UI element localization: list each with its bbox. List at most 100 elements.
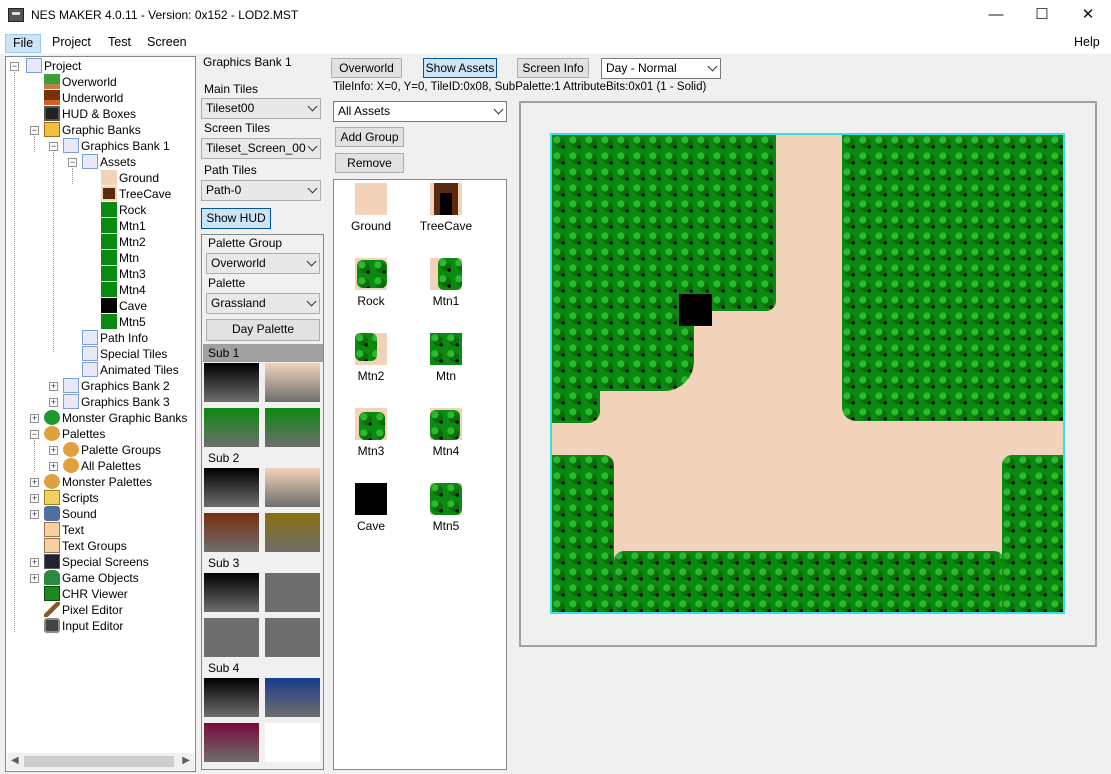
- sub2-swatch-3[interactable]: [204, 513, 259, 552]
- asset-ground[interactable]: Ground: [336, 183, 406, 233]
- tree-horizontal-scrollbar[interactable]: ◀ ▶: [7, 753, 194, 770]
- asset-mtn1[interactable]: Mtn1: [411, 258, 481, 308]
- menu-file[interactable]: File: [5, 34, 42, 53]
- sub3-swatch-3[interactable]: [204, 618, 259, 657]
- asset-treecave[interactable]: TreeCave: [411, 183, 481, 233]
- screen-tiles-select[interactable]: Tileset_Screen_00: [201, 138, 321, 159]
- sub1-swatch-3[interactable]: [204, 408, 259, 447]
- tree-palette-groups[interactable]: Palette Groups: [63, 442, 161, 458]
- remove-button[interactable]: Remove: [335, 153, 404, 173]
- asset-mtn5[interactable]: Mtn5: [411, 483, 481, 533]
- tree-asset-mtn[interactable]: Mtn: [101, 250, 139, 266]
- special-screens-expander[interactable]: +: [30, 558, 39, 567]
- tree-project[interactable]: Project: [26, 58, 81, 74]
- sub1-swatch-2[interactable]: [265, 363, 320, 402]
- tree-asset-cave[interactable]: Cave: [101, 298, 147, 314]
- menu-screen[interactable]: Screen: [140, 34, 194, 53]
- tree-text[interactable]: Text: [44, 522, 84, 538]
- menu-test[interactable]: Test: [101, 34, 138, 53]
- menu-help[interactable]: Help: [1067, 34, 1107, 53]
- tree-game-objects[interactable]: Game Objects: [44, 570, 139, 586]
- tree-input-editor[interactable]: Input Editor: [44, 618, 123, 634]
- scroll-thumb[interactable]: [24, 756, 174, 767]
- project-tree[interactable]: − Project Overworld Underworld HUD & Box…: [5, 56, 196, 772]
- tree-asset-rock[interactable]: Rock: [101, 202, 146, 218]
- tree-chr-viewer[interactable]: CHR Viewer: [44, 586, 128, 602]
- tree-scripts[interactable]: Scripts: [44, 490, 99, 506]
- scroll-left-icon[interactable]: ◀: [11, 755, 19, 766]
- sub1-swatch-4[interactable]: [265, 408, 320, 447]
- main-tiles-select[interactable]: Tileset00: [201, 98, 321, 119]
- tree-asset-ground[interactable]: Ground: [101, 170, 159, 186]
- tree-palettes[interactable]: Palettes: [44, 426, 105, 442]
- sub4-swatch-2[interactable]: [265, 678, 320, 717]
- palettes-expander[interactable]: −: [30, 430, 39, 439]
- tree-graphics-bank-3[interactable]: Graphics Bank 3: [63, 394, 170, 410]
- scroll-right-icon[interactable]: ▶: [182, 755, 190, 766]
- tree-hud[interactable]: HUD & Boxes: [44, 106, 136, 122]
- tree-graphic-banks[interactable]: Graphic Banks: [44, 122, 141, 138]
- sub4-swatch-3[interactable]: [204, 723, 259, 762]
- tree-asset-mtn3[interactable]: Mtn3: [101, 266, 146, 282]
- palette-groups-expander[interactable]: +: [49, 446, 58, 455]
- maximize-button[interactable]: ☐: [1019, 0, 1065, 31]
- asset-mtn3[interactable]: Mtn3: [336, 408, 406, 458]
- menu-project[interactable]: Project: [45, 34, 98, 53]
- assets-expander[interactable]: −: [68, 158, 77, 167]
- asset-mtn4[interactable]: Mtn4: [411, 408, 481, 458]
- tree-asset-treecave[interactable]: TreeCave: [101, 186, 171, 202]
- tree-asset-mtn2[interactable]: Mtn2: [101, 234, 146, 250]
- tree-monster-graphic-banks[interactable]: Monster Graphic Banks: [44, 410, 187, 426]
- path-tiles-select[interactable]: Path-0: [201, 180, 321, 201]
- asset-mtn2[interactable]: Mtn2: [336, 333, 406, 383]
- graphics-bank-3-expander[interactable]: +: [49, 398, 58, 407]
- scripts-expander[interactable]: +: [30, 494, 39, 503]
- sub2-swatch-4[interactable]: [265, 513, 320, 552]
- sub2-swatch-1[interactable]: [204, 468, 259, 507]
- screen-canvas[interactable]: [550, 133, 1065, 614]
- tree-asset-mtn1[interactable]: Mtn1: [101, 218, 146, 234]
- graphics-bank-1-expander[interactable]: −: [49, 142, 58, 151]
- sub3-swatch-1[interactable]: [204, 573, 259, 612]
- tree-special-tiles[interactable]: Special Tiles: [82, 346, 167, 362]
- graphic-banks-expander[interactable]: −: [30, 126, 39, 135]
- tree-path-info[interactable]: Path Info: [82, 330, 148, 346]
- add-group-button[interactable]: Add Group: [335, 127, 404, 147]
- tree-text-groups[interactable]: Text Groups: [44, 538, 127, 554]
- tree-pixel-editor[interactable]: Pixel Editor: [44, 602, 123, 618]
- sub3-swatch-2[interactable]: [265, 573, 320, 612]
- game-objects-expander[interactable]: +: [30, 574, 39, 583]
- palette-group-select[interactable]: Overworld: [206, 253, 320, 274]
- tree-special-screens[interactable]: Special Screens: [44, 554, 149, 570]
- tree-assets[interactable]: Assets: [82, 154, 136, 170]
- minimize-button[interactable]: —: [973, 0, 1019, 31]
- sound-expander[interactable]: +: [30, 510, 39, 519]
- tree-underworld[interactable]: Underworld: [44, 90, 123, 106]
- monster-graphic-banks-expander[interactable]: +: [30, 414, 39, 423]
- tree-graphics-bank-1[interactable]: Graphics Bank 1: [63, 138, 170, 154]
- show-hud-button[interactable]: Show HUD: [201, 208, 271, 229]
- tree-graphics-bank-2[interactable]: Graphics Bank 2: [63, 378, 170, 394]
- asset-filter-select[interactable]: All Assets: [333, 101, 507, 122]
- sub2-header[interactable]: Sub 2: [203, 449, 323, 467]
- sub2-swatch-2[interactable]: [265, 468, 320, 507]
- overworld-button[interactable]: Overworld: [331, 58, 402, 78]
- tree-all-palettes[interactable]: All Palettes: [63, 458, 141, 474]
- sub4-swatch-4[interactable]: [265, 723, 320, 762]
- project-expander[interactable]: −: [10, 62, 19, 71]
- all-palettes-expander[interactable]: +: [49, 462, 58, 471]
- sub3-header[interactable]: Sub 3: [203, 554, 323, 572]
- tree-animated-tiles[interactable]: Animated Tiles: [82, 362, 179, 378]
- palette-select[interactable]: Grassland: [206, 293, 320, 314]
- sub4-header[interactable]: Sub 4: [203, 659, 323, 677]
- screen-info-button[interactable]: Screen Info: [517, 58, 589, 78]
- sub1-swatch-1[interactable]: [204, 363, 259, 402]
- tree-sound[interactable]: Sound: [44, 506, 97, 522]
- asset-rock[interactable]: Rock: [336, 258, 406, 308]
- sub3-swatch-4[interactable]: [265, 618, 320, 657]
- tree-asset-mtn4[interactable]: Mtn4: [101, 282, 146, 298]
- close-button[interactable]: ✕: [1065, 0, 1111, 31]
- monster-palettes-expander[interactable]: +: [30, 478, 39, 487]
- asset-mtn[interactable]: Mtn: [411, 333, 481, 383]
- tree-monster-palettes[interactable]: Monster Palettes: [44, 474, 152, 490]
